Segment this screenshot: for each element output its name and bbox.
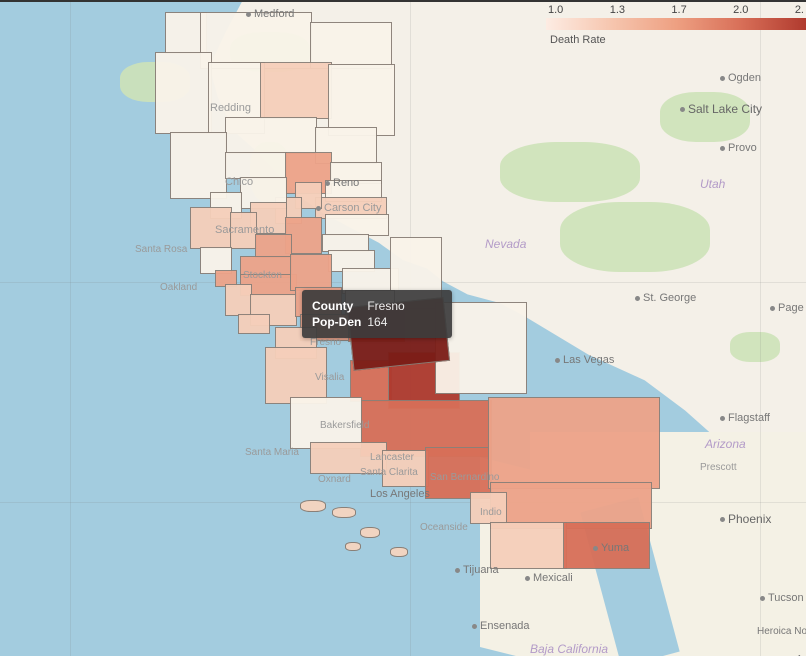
tooltip: CountyFresnoPop-Den164: [302, 290, 452, 338]
county-humboldt[interactable]: [155, 52, 212, 134]
map-viewport[interactable]: MedfordReddingChicoRenoCarson CitySacram…: [0, 0, 806, 656]
county-napa[interactable]: [230, 212, 257, 249]
county-sanjoaquin[interactable]: [290, 254, 332, 291]
county-sanbernardino[interactable]: [488, 397, 660, 489]
tooltip-key: Pop-Den: [312, 314, 367, 330]
county-mendocino[interactable]: [170, 132, 227, 199]
legend-tick: 2.: [795, 4, 804, 16]
county-monterey[interactable]: [265, 347, 327, 404]
state-label: Arizona: [705, 437, 746, 451]
county-santacruz[interactable]: [238, 314, 270, 334]
terrain: [660, 92, 750, 142]
legend: 1.0 1.3 1.7 2.0 2. Death Rate: [546, 4, 806, 46]
state-label: Nevada: [485, 237, 526, 251]
county-sonoma[interactable]: [190, 207, 232, 249]
terrain: [560, 202, 710, 272]
state-label: Utah: [700, 177, 725, 191]
tooltip-value: 164: [367, 314, 410, 330]
county-lassen[interactable]: [328, 64, 395, 136]
county-ventura[interactable]: [382, 450, 429, 487]
county-solano[interactable]: [255, 234, 292, 258]
legend-tick: 2.0: [733, 4, 748, 16]
county-siskiyou[interactable]: [200, 12, 312, 69]
legend-tick: 1.0: [548, 4, 563, 16]
county-glenn[interactable]: [225, 152, 287, 179]
island: [345, 542, 361, 551]
island: [300, 500, 326, 512]
legend-tick: 1.3: [610, 4, 625, 16]
island: [390, 547, 408, 557]
county-sandiego[interactable]: [490, 522, 567, 569]
county-shasta[interactable]: [260, 62, 332, 119]
legend-title: Death Rate: [546, 34, 806, 46]
county-orange[interactable]: [470, 492, 507, 524]
county-imperial[interactable]: [563, 522, 650, 569]
island: [332, 507, 356, 518]
tooltip-key: County: [312, 298, 367, 314]
county-eldorado[interactable]: [325, 214, 389, 236]
legend-tick: 1.7: [671, 4, 686, 16]
terrain: [500, 142, 640, 202]
island: [360, 527, 380, 538]
terrain: [730, 332, 780, 362]
legend-colorbar: [546, 18, 806, 30]
county-tehama[interactable]: [225, 117, 317, 154]
state-label: Baja California: [530, 642, 608, 656]
tooltip-value: Fresno: [367, 298, 410, 314]
county-sanmateo[interactable]: [225, 284, 252, 316]
county-santabarbara[interactable]: [310, 442, 387, 474]
